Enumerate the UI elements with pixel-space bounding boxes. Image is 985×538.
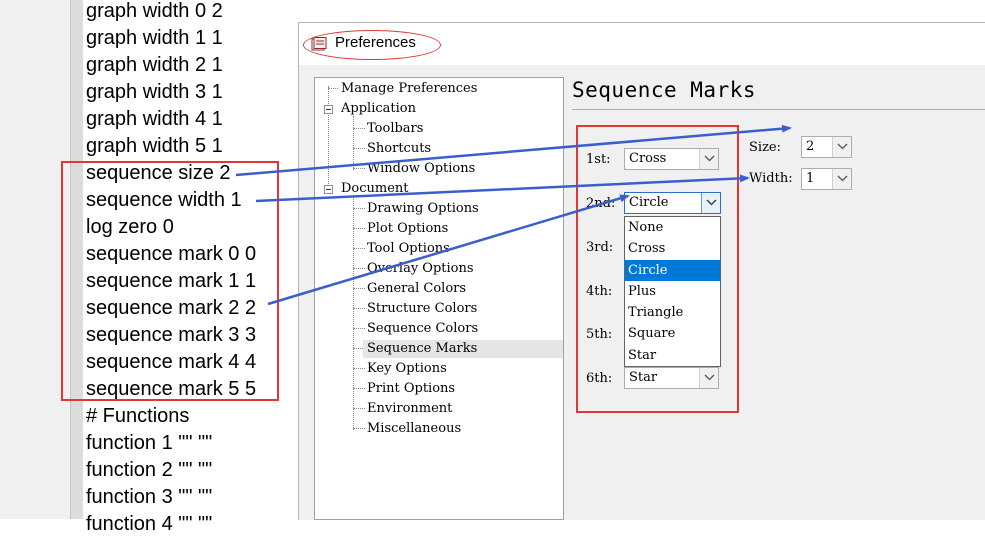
arrow-size <box>235 124 792 177</box>
arrow-mark-2 <box>267 194 630 306</box>
annotation-arrows <box>235 124 792 306</box>
arrow-width <box>255 174 750 203</box>
